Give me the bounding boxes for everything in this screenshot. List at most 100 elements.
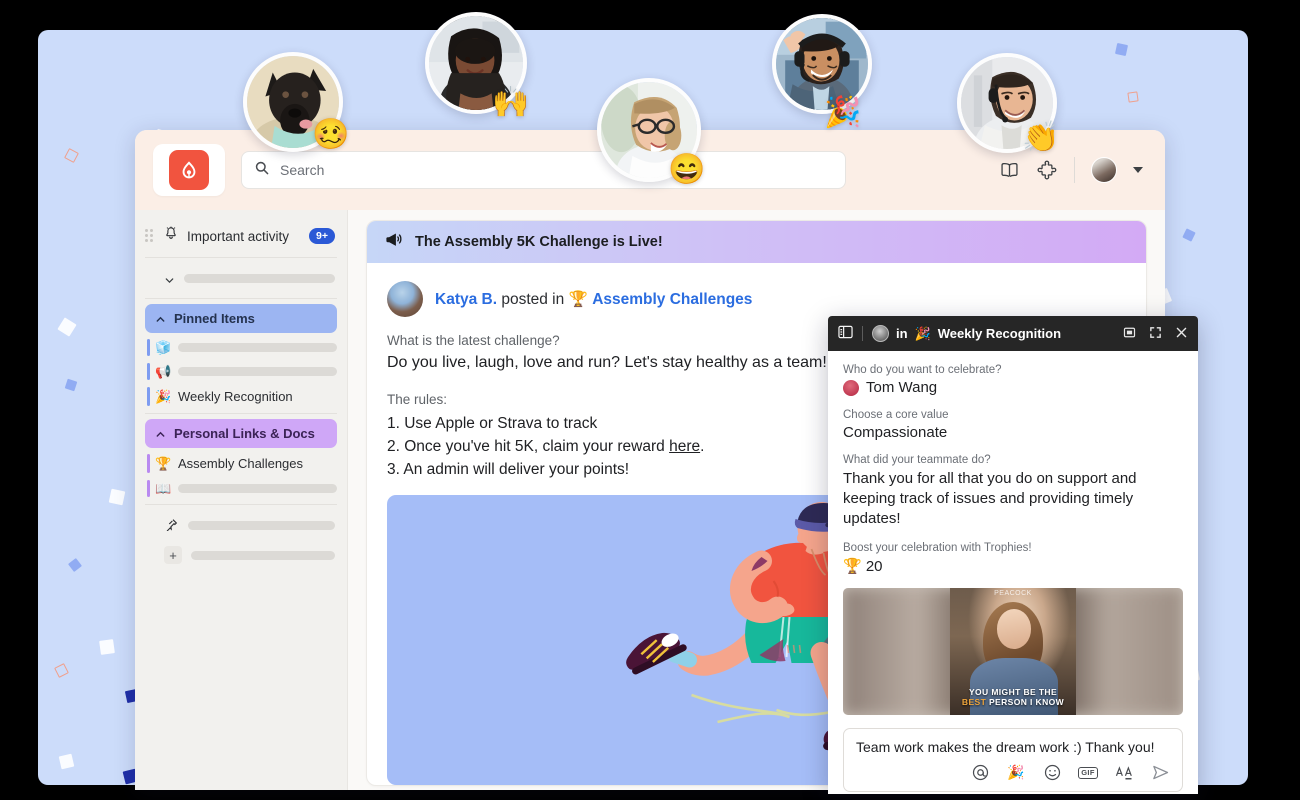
- gif-caption-rest: PERSON I KNOW: [986, 696, 1065, 707]
- logo-container: [153, 144, 225, 196]
- post-channel-link[interactable]: Assembly Challenges: [592, 291, 752, 308]
- user-avatar[interactable]: [1091, 157, 1117, 183]
- sidebar-group-label: Pinned Items: [174, 311, 255, 326]
- field-label-description: What did your teammate do?: [843, 454, 991, 466]
- sidebar-item-important-activity[interactable]: Important activity 9+: [135, 220, 347, 252]
- assembly-logo-icon[interactable]: [169, 150, 209, 190]
- avatar-dog-emoji: 🥴: [312, 118, 350, 151]
- avatar-man-support-emoji: 👏: [1022, 121, 1060, 154]
- drag-handle-icon[interactable]: [145, 229, 155, 243]
- composer-message-text[interactable]: Team work makes the dream work :) Thank …: [856, 739, 1170, 755]
- gif-brand-watermark: PEACOCK: [994, 589, 1032, 597]
- send-icon[interactable]: [1150, 763, 1170, 783]
- recipient-avatar: [843, 379, 859, 396]
- sidebar-collapsed-section[interactable]: [135, 263, 347, 293]
- header-actions: [998, 157, 1147, 183]
- post-rule-2-text: 2. Once you've hit 5K, claim your reward: [387, 438, 670, 455]
- avatar-man-headset-emoji: 🎉: [824, 96, 862, 129]
- mention-icon[interactable]: [970, 763, 990, 783]
- author-avatar[interactable]: [387, 281, 423, 317]
- post-posted-in-text: posted in: [497, 290, 569, 308]
- bell-activity-icon: [164, 226, 178, 246]
- chevron-down-icon[interactable]: [1133, 167, 1143, 173]
- confetti-piece: [58, 753, 75, 770]
- sidebar-group-pinned-items[interactable]: Pinned Items: [145, 304, 337, 333]
- sidebar-item-weekly-recognition[interactable]: 🎉 Weekly Recognition: [147, 385, 337, 408]
- modal-header: in 🎉 Weekly Recognition: [828, 316, 1198, 351]
- sidebar-divider: [145, 504, 337, 505]
- modal-body: Who do you want to celebrate? Tom Wang C…: [828, 351, 1198, 715]
- sidebar-divider: [145, 257, 337, 258]
- sidebar-item-pinned-2[interactable]: 📢: [147, 361, 337, 382]
- megaphone-emoji-icon: 📢: [155, 364, 172, 379]
- sidebar-divider: [145, 413, 337, 414]
- confetti-piece: [1127, 91, 1139, 103]
- sidebar-item-label: Assembly Challenges: [178, 456, 304, 471]
- field-label-trophies: Boost your celebration with Trophies!: [843, 541, 1032, 554]
- post-rule-2-tail: .: [700, 438, 705, 455]
- post-author[interactable]: Katya B.: [435, 291, 497, 308]
- gif-caption-highlight: BEST: [961, 696, 987, 707]
- sidebar-item-assembly-challenges[interactable]: 🏆 Assembly Challenges: [147, 452, 337, 475]
- header-divider: [862, 326, 863, 341]
- post-meta: Katya B. posted in 🏆 Assembly Challenges: [435, 290, 752, 309]
- gif-subject-face: [996, 609, 1031, 649]
- confetti-piece: [108, 488, 126, 506]
- confetti-piece: [64, 148, 79, 163]
- gif-icon[interactable]: GIF: [1077, 763, 1099, 783]
- gif-caption-line2: BEST PERSON I KNOW: [950, 696, 1076, 708]
- header-divider: [1074, 157, 1075, 183]
- close-icon[interactable]: [1175, 326, 1188, 342]
- poster-avatar: [872, 325, 889, 342]
- add-celebration-icon[interactable]: 🎉: [1006, 763, 1026, 783]
- field-value-celebrate[interactable]: Tom Wang: [843, 379, 937, 396]
- sidebar: Important activity 9+ Pinned Items 🧊 📢 🎉…: [135, 210, 348, 790]
- text-format-icon[interactable]: [1114, 763, 1134, 783]
- confetti-piece: [57, 317, 77, 337]
- sidebar-footer-pin-row[interactable]: [135, 510, 347, 540]
- book-icon[interactable]: [998, 159, 1020, 181]
- field-value-description[interactable]: Thank you for all that you do on support…: [843, 469, 1183, 529]
- plus-icon[interactable]: +: [164, 546, 182, 564]
- sidebar-group-personal-links[interactable]: Personal Links & Docs: [145, 419, 337, 448]
- expand-icon[interactable]: [1149, 326, 1162, 342]
- package-emoji-icon: 🧊: [155, 340, 172, 355]
- celebration-gif-preview[interactable]: PEACOCK YOU MIGHT BE THE BEST PERSON I K…: [843, 587, 1183, 715]
- confetti-piece: [1182, 228, 1196, 242]
- pin-icon[interactable]: [164, 518, 179, 533]
- confetti-piece: [67, 557, 83, 573]
- minimize-icon[interactable]: [1123, 326, 1136, 342]
- chevron-up-icon: [155, 428, 166, 439]
- message-composer[interactable]: Team work makes the dream work :) Thank …: [843, 727, 1183, 792]
- sidebar-panel-icon[interactable]: [838, 325, 853, 342]
- recipient-name: Tom Wang: [866, 379, 938, 396]
- sidebar-item-pinned-1[interactable]: 🧊: [147, 337, 337, 358]
- announcement-text: The Assembly 5K Challenge is Live!: [415, 234, 663, 250]
- gif-main-frame: PEACOCK YOU MIGHT BE THE BEST PERSON I K…: [950, 587, 1076, 715]
- announcement-banner[interactable]: The Assembly 5K Challenge is Live!: [367, 221, 1146, 263]
- puzzle-piece-icon[interactable]: [1036, 159, 1058, 181]
- placeholder-bar: [188, 520, 335, 530]
- megaphone-icon: [385, 232, 403, 252]
- reward-link[interactable]: here: [669, 438, 700, 455]
- field-value-trophies[interactable]: 🏆 20: [843, 557, 1183, 575]
- placeholder-bar: [178, 343, 337, 352]
- sidebar-item-label: Weekly Recognition: [178, 389, 293, 404]
- sidebar-item-personal-2[interactable]: 📖: [147, 478, 337, 499]
- placeholder-bar: [191, 550, 335, 560]
- sidebar-footer-add-row[interactable]: +: [135, 540, 347, 570]
- party-popper-emoji-icon: 🎉: [914, 325, 931, 341]
- search-input[interactable]: Search: [241, 151, 846, 189]
- chevron-down-icon[interactable]: [164, 273, 175, 284]
- confetti-piece: [1114, 42, 1129, 57]
- emoji-icon[interactable]: [1042, 763, 1062, 783]
- confetti-piece: [64, 378, 78, 392]
- gif-caption: YOU MIGHT BE THE BEST PERSON I KNOW: [950, 688, 1076, 707]
- avatar-woman-1-emoji: 🙌: [492, 86, 530, 119]
- placeholder-bar: [184, 273, 335, 283]
- composer-toolbar: 🎉 GIF: [856, 763, 1170, 785]
- field-value-core-value[interactable]: Compassionate: [843, 424, 1183, 441]
- confetti-piece: [54, 663, 69, 678]
- modal-channel-name: Weekly Recognition: [937, 326, 1062, 341]
- recognition-modal: in 🎉 Weekly Recognition Who do you want …: [828, 316, 1198, 794]
